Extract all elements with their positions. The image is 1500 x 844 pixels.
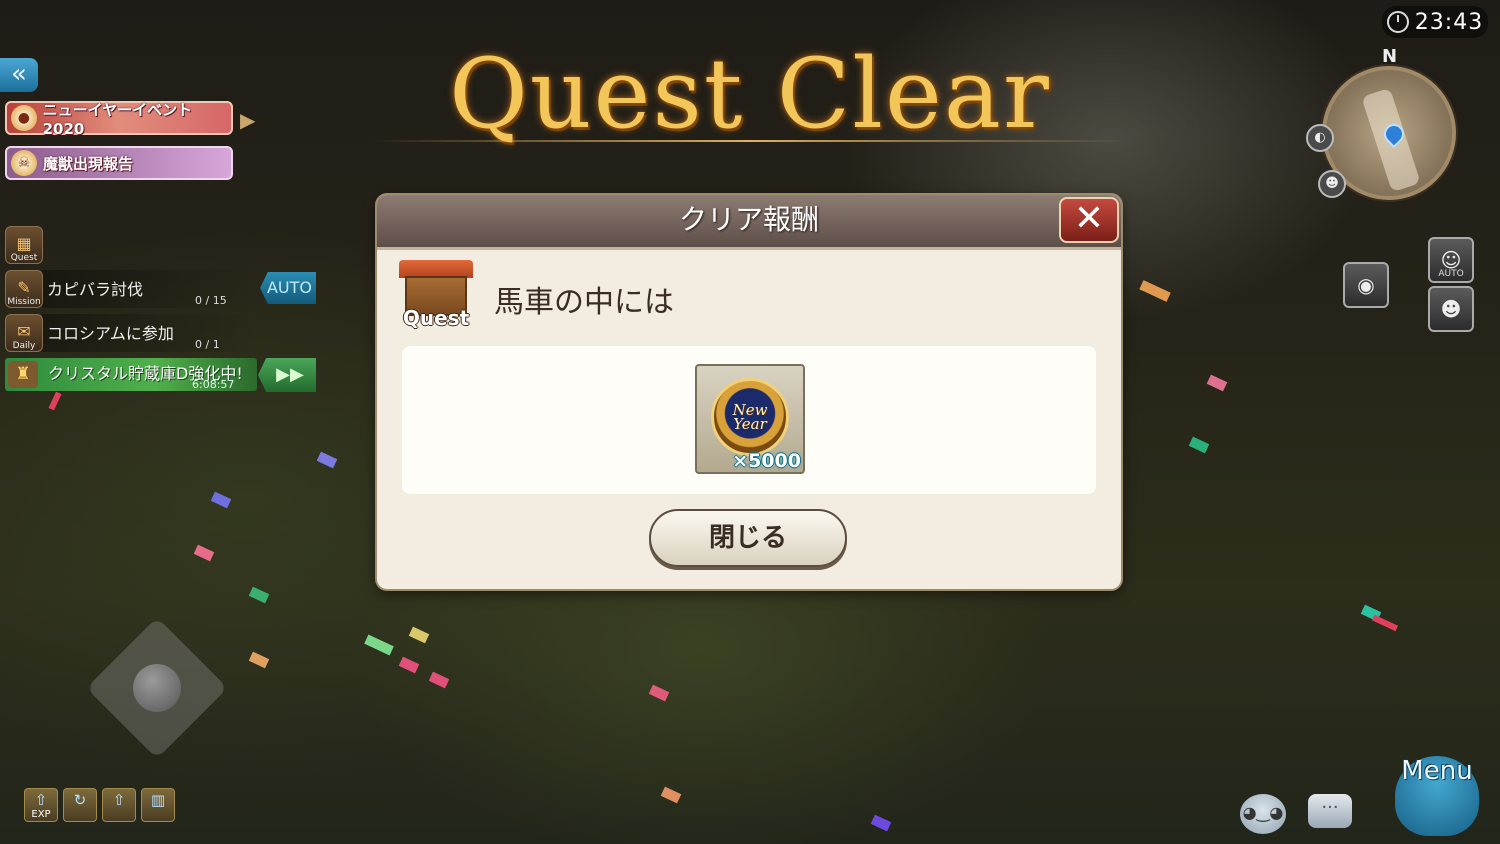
quest-name: 馬車の中には: [494, 285, 674, 320]
menu-button[interactable]: Menu: [1383, 742, 1491, 840]
confetti: [210, 491, 232, 509]
close-dialog-button[interactable]: 閉じる: [649, 509, 847, 567]
beast-icon: ☠: [11, 150, 37, 176]
quest-category-icon[interactable]: ▦ Quest: [5, 226, 43, 264]
exp-up-icon[interactable]: ⇧ EXP: [24, 788, 58, 822]
mission-count-capybara: 0 / 15: [195, 294, 227, 307]
close-icon[interactable]: ✕: [1059, 197, 1119, 243]
confetti: [660, 786, 682, 804]
title-divider: [370, 140, 1130, 142]
confetti: [193, 544, 215, 562]
auto-camera-label: AUTO: [1438, 269, 1464, 279]
emote-icon[interactable]: ◕‿◕: [1240, 794, 1286, 834]
crystal-storage-timer: 6:08:57: [192, 378, 235, 391]
auto-quest-button[interactable]: AUTO: [260, 272, 316, 304]
menu-label: Menu: [1401, 756, 1473, 786]
reward-quantity: ×5000: [732, 450, 801, 472]
beast-report-banner[interactable]: ☠ 魔獣出現報告: [5, 146, 233, 180]
confetti: [398, 656, 420, 674]
new-year-medal-icon: New Year: [711, 378, 789, 456]
quest-icon-label: Quest: [402, 306, 470, 330]
gauge-up-icon[interactable]: ▥: [141, 788, 175, 822]
map-toggle-icon[interactable]: ◐: [1306, 124, 1334, 152]
video-camera-button[interactable]: ◉: [1343, 262, 1389, 308]
mission-count-colosseum: 0 / 1: [195, 338, 220, 351]
reward-dialog: クリア報酬 ✕ Quest 馬車の中には New Year ×5000 閉じる: [377, 195, 1121, 589]
compass-north-label: N: [1382, 46, 1398, 67]
video-camera-icon: ◉: [1357, 273, 1375, 297]
reward-item[interactable]: New Year ×5000: [695, 364, 805, 474]
quest-board-icon: Quest: [399, 260, 473, 330]
confetti: [1139, 280, 1171, 302]
chat-icon[interactable]: ···: [1308, 794, 1352, 828]
mission-title-capybara: カピバラ討伐: [47, 280, 144, 299]
party-button[interactable]: ☻: [1428, 286, 1474, 332]
confetti: [648, 684, 670, 702]
mission-title-colosseum: コロシアムに参加: [47, 324, 174, 343]
confetti: [248, 586, 270, 604]
dialog-title: クリア報酬: [678, 203, 819, 236]
party-icon: ☻: [1440, 297, 1462, 321]
refresh-buff-icon[interactable]: ↻: [63, 788, 97, 822]
confetti: [364, 634, 394, 656]
quest-clear-title: Quest Clear: [449, 38, 1051, 150]
confetti: [408, 626, 430, 644]
confetti: [1371, 614, 1399, 632]
drop-up-icon[interactable]: ⇧: [102, 788, 136, 822]
fast-forward-button[interactable]: ▶▶: [258, 358, 316, 392]
confetti: [48, 391, 62, 411]
daily-category-icon: ✉ Daily: [5, 314, 43, 352]
confetti: [428, 671, 450, 689]
confetti: [1206, 374, 1228, 392]
crystal-storage-icon: ♜: [8, 361, 38, 388]
mission-category-icon: ✎ Mission: [5, 270, 43, 308]
confetti: [248, 651, 270, 669]
clock-time: 23:43: [1414, 9, 1484, 35]
confetti: [1188, 436, 1210, 454]
auto-camera-button[interactable]: ☺ AUTO: [1428, 237, 1474, 283]
confetti: [316, 451, 338, 469]
map-character-icon[interactable]: ☻: [1318, 170, 1346, 198]
clock: 23:43: [1382, 6, 1488, 38]
beast-report-label: 魔獣出現報告: [43, 154, 134, 173]
joystick-knob[interactable]: [133, 664, 181, 712]
clock-icon: [1386, 11, 1409, 33]
confetti: [870, 814, 892, 832]
